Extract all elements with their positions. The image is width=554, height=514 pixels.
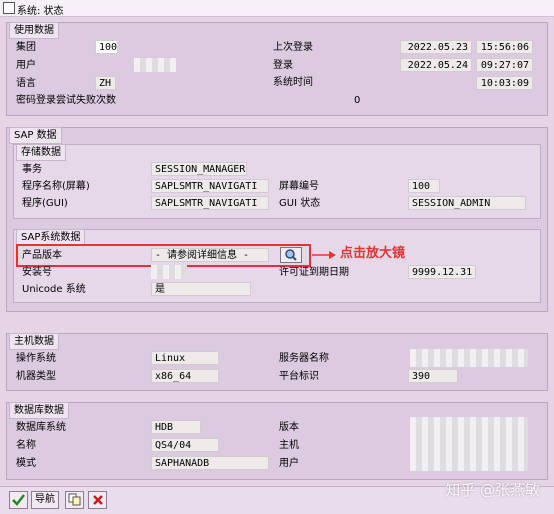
os-label: 操作系统 [16,353,56,364]
db-version-label: 版本 [279,422,299,433]
last-logon-label: 上次登录 [273,42,313,53]
navigation-button[interactable]: 导航 [31,491,59,509]
last-logon-date[interactable]: 2022.05.23 [400,40,472,54]
platform-id-label: 平台标识 [279,371,319,382]
failed-logon-label: 密码登录尝试失败次数 [16,95,116,106]
title-bar: 系统: 状态 [0,0,554,17]
db-details-redacted [410,417,528,471]
client-field[interactable]: 100 [95,40,118,54]
window-icon [3,2,15,14]
db-schema-field[interactable]: SAPHANADB [151,456,269,470]
product-version-field[interactable]: - 请参阅详细信息 - [151,248,269,262]
system-time-field[interactable]: 10:03:09 [476,76,533,90]
license-expiry-label: 许可证到期日期 [279,267,349,278]
screen-number-label: 屏幕编号 [279,181,319,192]
annotation-text: 点击放大镜 [340,246,406,261]
group-title: 主机数据 [9,333,59,350]
group-title: 数据库数据 [9,402,69,419]
machine-type-field[interactable]: x86_64 [151,369,219,383]
program-screen-field[interactable]: SAPLSMTR_NAVIGATI [151,179,269,193]
checkmark-icon [12,494,25,506]
db-system-label: 数据库系统 [16,422,66,433]
failed-logon-value: 0 [354,95,361,106]
magnifier-button[interactable] [280,247,302,263]
magnifier-icon [285,249,297,261]
transaction-label: 事务 [22,164,42,175]
group-title: SAP 数据 [9,127,62,144]
program-gui-field[interactable]: SAPLSMTR_NAVIGATI [151,196,269,210]
watermark: 知乎 @张燕敏 [445,481,540,499]
navigation-button-label: 导航 [35,494,55,505]
logon-date[interactable]: 2022.05.24 [400,58,472,72]
transaction-field[interactable]: SESSION_MANAGER [151,162,247,176]
machine-type-label: 机器类型 [16,371,56,382]
platform-id-field[interactable]: 390 [408,369,458,383]
install-number-redacted [151,265,187,279]
user-redacted [134,58,176,72]
screen-number-field[interactable]: 100 [408,179,440,193]
logon-time[interactable]: 09:27:07 [476,58,533,72]
copy-button[interactable] [65,491,84,509]
license-expiry-field[interactable]: 9999.12.31 [408,265,476,279]
window-title: 系统: 状态 [17,6,64,17]
db-host-label: 主机 [279,440,299,451]
program-gui-label: 程序(GUI) [22,198,68,209]
confirm-button[interactable] [9,491,28,509]
last-logon-time[interactable]: 15:56:06 [476,40,533,54]
os-field[interactable]: Linux [151,351,219,365]
client-label: 集团 [16,42,36,53]
group-title: 存储数据 [16,144,66,161]
unicode-label: Unicode 系统 [22,284,86,295]
close-icon [92,495,103,505]
user-label: 用户 [16,60,36,71]
arrow-icon [312,251,336,259]
cancel-button[interactable] [88,491,107,509]
language-field[interactable]: ZH [95,76,116,90]
db-user-label: 用户 [279,458,299,469]
gui-status-field[interactable]: SESSION_ADMIN [408,196,526,210]
product-version-label: 产品版本 [22,250,62,261]
install-number-label: 安装号 [22,267,52,278]
bottom-toolbar: 导航 知乎 @张燕敏 [0,481,554,514]
language-label: 语言 [16,78,36,89]
logon-label: 登录 [273,60,293,71]
gui-status-label: GUI 状态 [279,198,321,209]
program-screen-label: 程序名称(屏幕) [22,181,90,192]
system-time-label: 系统时间 [273,77,313,88]
db-schema-label: 模式 [16,458,36,469]
db-system-field[interactable]: HDB [151,420,201,434]
group-title: 使用数据 [9,22,59,39]
db-name-label: 名称 [16,440,36,451]
unicode-field[interactable]: 是 [151,282,251,296]
copy-icon [68,493,81,506]
db-name-field[interactable]: QS4/04 [151,438,219,452]
server-name-redacted [410,349,528,367]
server-name-label: 服务器名称 [279,353,329,364]
